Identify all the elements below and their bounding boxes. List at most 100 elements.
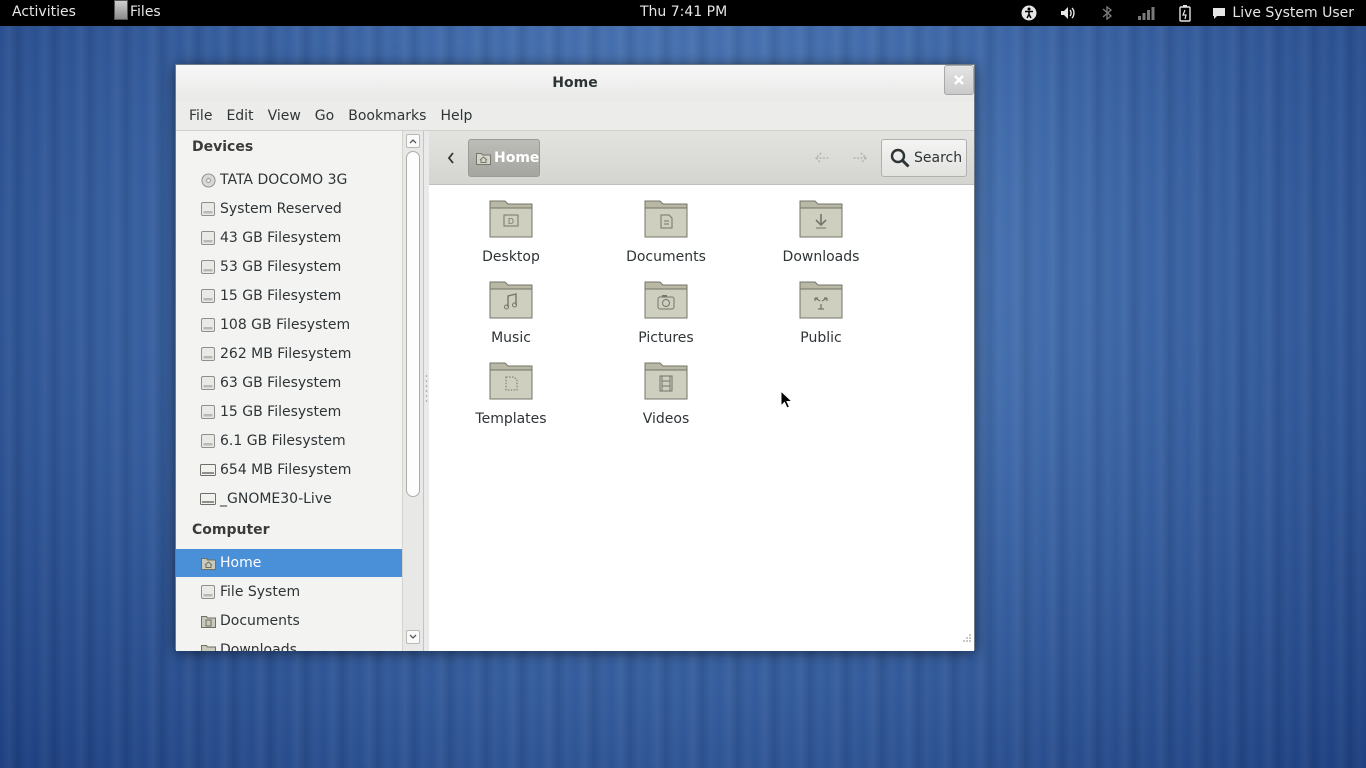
menu-go[interactable]: Go (308, 108, 341, 124)
folder-music[interactable]: Music (451, 276, 571, 352)
sidebar-item-home[interactable]: Home (176, 549, 402, 577)
volume-icon[interactable] (1057, 2, 1079, 24)
scroll-thumb[interactable] (406, 151, 420, 497)
chat-bubble-icon (1212, 6, 1226, 20)
sidebar-scrollbar[interactable] (402, 131, 424, 651)
folder-templates[interactable]: Templates (451, 357, 571, 433)
optical-disc-icon (200, 172, 216, 188)
sidebar-item-device[interactable]: 43 GB Filesystem (176, 224, 402, 252)
menu-bookmarks[interactable]: Bookmarks (341, 108, 433, 124)
menu-edit[interactable]: Edit (219, 108, 260, 124)
removable-drive-icon (200, 462, 216, 478)
drive-icon (200, 317, 216, 333)
sidebar-item-device[interactable]: 15 GB Filesystem (176, 398, 402, 426)
battery-icon[interactable] (1174, 2, 1196, 24)
drive-icon (200, 433, 216, 449)
folder-label: Pictures (638, 330, 694, 346)
downloads-folder-icon (799, 200, 843, 238)
pathbar-scroll-left-button[interactable] (441, 148, 461, 168)
scroll-up-button[interactable] (406, 134, 420, 148)
sidebar-item-label: 15 GB Filesystem (220, 288, 342, 304)
folder-documents[interactable]: Documents (606, 195, 726, 271)
sidebar-item-downloads[interactable]: Downloads (176, 636, 402, 651)
top-panel: Activities Files Thu 7:41 PM Live System… (0, 0, 1366, 26)
menubar: File Edit View Go Bookmarks Help (176, 101, 974, 131)
close-icon (954, 75, 964, 85)
sidebar-item-device[interactable]: 6.1 GB Filesystem (176, 427, 402, 455)
folder-desktop[interactable]: D Desktop (451, 195, 571, 271)
window-resize-grip[interactable] (962, 632, 972, 647)
folder-label: Downloads (782, 249, 860, 265)
folder-label: Desktop (482, 249, 540, 265)
scroll-down-button[interactable] (406, 630, 420, 644)
menu-view[interactable]: View (261, 108, 308, 124)
search-label: Search (914, 150, 963, 166)
mouse-pointer-icon (780, 390, 792, 409)
accessibility-icon[interactable] (1018, 2, 1040, 24)
sidebar-item-device[interactable]: 63 GB Filesystem (176, 369, 402, 397)
folder-downloads[interactable]: Downloads (761, 195, 881, 271)
devices-header: Devices (192, 139, 254, 155)
sidebar-item-label: System Reserved (220, 201, 342, 217)
folder-label: Public (800, 330, 842, 346)
menu-file[interactable]: File (182, 108, 219, 124)
arrow-right-icon (852, 152, 868, 164)
titlebar[interactable]: Home (176, 65, 974, 101)
folder-label: Templates (475, 411, 547, 427)
activities-button[interactable]: Activities (12, 4, 76, 20)
sidebar-item-label: _GNOME30-Live (220, 491, 332, 507)
sidebar-item-device[interactable]: 108 GB Filesystem (176, 311, 402, 339)
drive-icon (200, 404, 216, 420)
bluetooth-icon[interactable] (1096, 2, 1118, 24)
sidebar-item-device[interactable]: _GNOME30-Live (176, 485, 402, 513)
clock[interactable]: Thu 7:41 PM (640, 4, 727, 20)
sidebar-item-label: TATA DOCOMO 3G (220, 172, 348, 188)
pictures-folder-icon (644, 281, 688, 319)
files-window: Home File Edit View Go Bookmarks Help De… (175, 64, 975, 651)
sidebar-item-device[interactable]: 15 GB Filesystem (176, 282, 402, 310)
menu-help[interactable]: Help (433, 108, 479, 124)
sidebar-item-device[interactable]: System Reserved (176, 195, 402, 223)
sidebar-item-label: 108 GB Filesystem (220, 317, 351, 333)
search-button[interactable]: Search (881, 139, 967, 177)
user-menu[interactable]: Live System User (1212, 5, 1354, 21)
folder-public[interactable]: Public (761, 276, 881, 352)
sidebar-item-label: 6.1 GB Filesystem (220, 433, 346, 449)
back-button[interactable] (811, 148, 835, 168)
close-button[interactable] (944, 65, 974, 95)
public-folder-icon (799, 281, 843, 319)
sidebar-item-device[interactable]: 262 MB Filesystem (176, 340, 402, 368)
network-signal-icon[interactable] (1135, 2, 1157, 24)
sidebar-item-device[interactable]: 654 MB Filesystem (176, 456, 402, 484)
sidebar-item-device[interactable]: TATA DOCOMO 3G (176, 166, 402, 194)
sidebar-item-documents[interactable]: Documents (176, 607, 402, 635)
user-name: Live System User (1232, 5, 1354, 21)
chevron-left-icon (447, 152, 454, 164)
sidebar-item-file-system[interactable]: File System (176, 578, 402, 606)
computer-header: Computer (192, 522, 270, 538)
drive-icon (200, 375, 216, 391)
removable-drive-icon (200, 491, 216, 507)
files-app-icon (114, 0, 128, 20)
folder-label: Videos (642, 411, 690, 427)
icon-view[interactable]: D Desktop Documents Downloads Music Pict… (429, 185, 974, 651)
sidebar-item-label: Downloads (220, 642, 297, 651)
pathbar-home-button[interactable]: Home (468, 139, 540, 177)
sidebar-item-label: File System (220, 584, 301, 600)
drive-icon (200, 201, 216, 217)
toolbar: Home Search (429, 131, 974, 185)
forward-button[interactable] (847, 148, 871, 168)
folder-pictures[interactable]: Pictures (606, 276, 726, 352)
app-menu[interactable]: Files (114, 0, 161, 20)
drive-icon (200, 259, 216, 275)
folder-label: Music (491, 330, 531, 346)
downloads-folder-icon (200, 642, 216, 651)
sidebar-item-device[interactable]: 53 GB Filesystem (176, 253, 402, 281)
arrow-left-icon (814, 152, 830, 164)
desktop-folder-icon: D (489, 200, 533, 238)
sidebar-item-label: Home (220, 555, 262, 571)
drive-icon (200, 346, 216, 362)
sidebar-item-label: 654 MB Filesystem (220, 462, 352, 478)
folder-videos[interactable]: Videos (606, 357, 726, 433)
chevron-up-icon (409, 139, 417, 144)
